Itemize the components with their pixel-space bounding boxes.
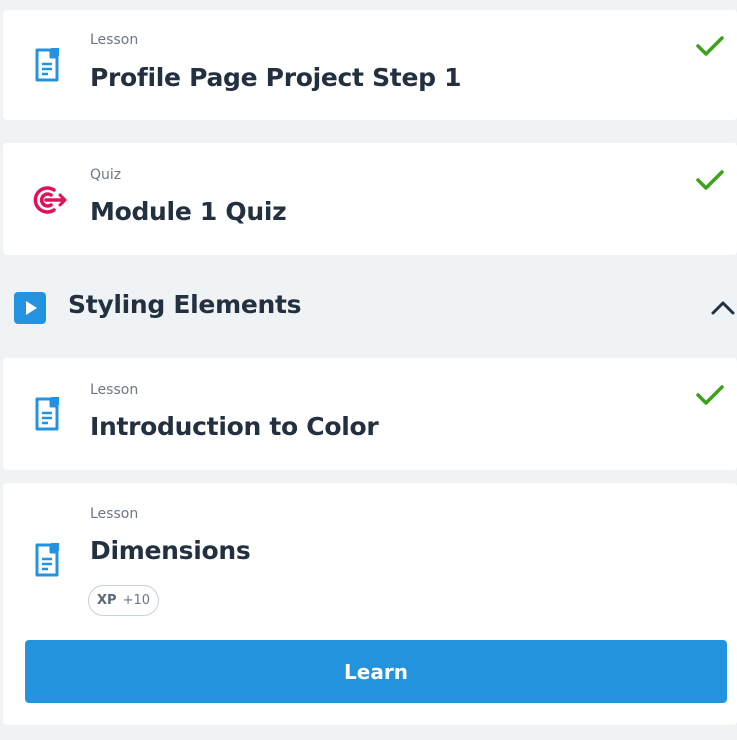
item-title: Dimensions xyxy=(90,536,251,565)
xp-label: XP xyxy=(97,593,117,608)
item-type-label: Quiz xyxy=(90,167,122,183)
xp-value: +10 xyxy=(122,593,150,608)
section-title: Styling Elements xyxy=(68,290,302,319)
section-header-styling-elements[interactable]: Styling Elements xyxy=(0,284,737,330)
play-icon xyxy=(14,292,46,328)
chevron-up-icon[interactable] xyxy=(710,298,736,320)
item-title: Module 1 Quiz xyxy=(90,197,287,226)
lesson-doc-icon xyxy=(34,542,60,582)
lesson-card-profile-page[interactable]: Lesson Profile Page Project Step 1 xyxy=(3,10,737,120)
completed-check-icon xyxy=(695,383,725,411)
completed-check-icon xyxy=(695,34,725,62)
xp-badge: XP +10 xyxy=(88,585,159,616)
lesson-doc-icon xyxy=(34,47,60,87)
item-type-label: Lesson xyxy=(90,382,139,398)
item-type-label: Lesson xyxy=(90,32,139,48)
item-title: Profile Page Project Step 1 xyxy=(90,63,462,92)
item-type-label: Lesson xyxy=(90,506,139,522)
quiz-target-icon xyxy=(30,183,68,221)
lesson-card-introduction-to-color[interactable]: Lesson Introduction to Color xyxy=(3,358,737,470)
learn-button[interactable]: Learn xyxy=(25,640,727,703)
quiz-card-module-1[interactable]: Quiz Module 1 Quiz xyxy=(3,143,737,255)
lesson-doc-icon xyxy=(34,396,60,436)
completed-check-icon xyxy=(695,168,725,196)
item-title: Introduction to Color xyxy=(90,412,379,441)
